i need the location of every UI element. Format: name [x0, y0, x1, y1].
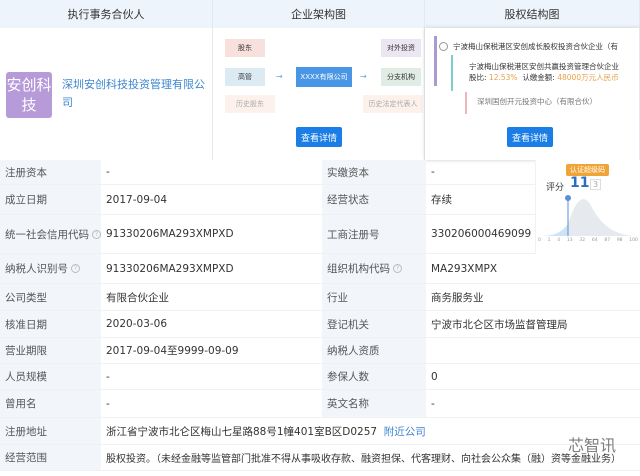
arrow-icon: →	[276, 72, 283, 81]
field-value: 2020-03-06	[106, 318, 168, 330]
field-value: 0	[431, 370, 438, 383]
table-row: 营业期限 2017-09-04至9999-09-09 纳税人资质	[0, 338, 640, 364]
score-axis-tick: 98	[616, 238, 623, 243]
partner-name-link[interactable]: 深圳安创科技投资管理有限公司	[62, 76, 212, 112]
history-shareholder-box: 历史股东	[225, 95, 275, 113]
field-label: 公司类型	[0, 284, 101, 310]
field-label: 登记机关	[322, 311, 426, 337]
field-value: 91330206MA293XMPXD	[106, 228, 234, 240]
field-label: 营业期限	[0, 338, 101, 363]
field-label: 实缴资本	[322, 160, 426, 184]
table-row: 核准日期 2020-03-06 登记机关 宁波市北仑区市场监督管理局	[0, 311, 640, 338]
field-value: -	[431, 397, 435, 410]
score-distribution-chart	[538, 195, 634, 236]
shareholder-box: 股东	[225, 39, 265, 57]
score-axis-tick: 1	[547, 238, 551, 243]
field-label: 英文名称	[322, 390, 426, 417]
field-value: 存续	[431, 194, 452, 206]
help-icon[interactable]: ?	[393, 264, 402, 273]
field-value: 宁波市北仑区市场监督管理局	[431, 318, 568, 331]
org-chart-panel: 股东 高管 历史股东 → XXXX有限公司 → 对外投资 分支机构 历史法定代表…	[213, 28, 425, 160]
score-value: 11	[570, 175, 590, 191]
field-label: 经营状态	[322, 185, 426, 214]
org-chart-detail-button[interactable]: 查看详情	[296, 127, 342, 147]
address-value: 浙江省宁波市北仑区梅山七星路88号1幢401室B区D0257 附近公司	[106, 424, 426, 439]
help-icon[interactable]: ?	[71, 264, 80, 273]
scope-label: 经营范围	[0, 445, 101, 470]
equity-node-2[interactable]: 宁波梅山保税港区安创共赢投资管理合伙企业	[469, 61, 639, 72]
history-legal-box: 历史法定代表人	[363, 95, 423, 113]
score-rank: 3	[590, 179, 602, 190]
field-value: 2017-09-04至9999-09-09	[106, 345, 239, 357]
field-value: -	[106, 397, 110, 410]
field-label: 人员规模	[0, 364, 101, 389]
field-value: 330206000469099	[431, 228, 532, 240]
partner-panel: 安创科技 深圳安创科技投资管理有限公司	[0, 28, 213, 160]
help-icon[interactable]: ?	[92, 229, 101, 239]
field-label: 注册资本	[0, 160, 101, 184]
field-label: 成立日期	[0, 185, 101, 214]
executive-box: 高管	[225, 68, 265, 86]
table-row: 曾用名 - 英文名称 -	[0, 390, 640, 418]
score-axis-tick: 87	[604, 238, 611, 243]
field-label: 组织机构代码?	[322, 254, 426, 283]
table-row: 纳税人识别号? 91330206MA293XMPXD 组织机构代码? MA293…	[0, 254, 640, 284]
company-box: XXXX有限公司	[296, 67, 352, 87]
field-value: MA293XMPX	[431, 262, 498, 275]
field-label: 行业	[322, 284, 426, 310]
score-axis-tick: 100	[629, 238, 638, 243]
row-address: 注册地址 浙江省宁波市北仑区梅山七星路88号1幢401室B区D0257 附近公司	[0, 418, 640, 445]
field-value	[426, 338, 640, 363]
address-label: 注册地址	[0, 418, 101, 444]
equity-node-2-detail: 股比: 12.53% 认缴金额: 48000万元人民币	[469, 73, 619, 82]
row-business-scope: 经营范围 股权投资。（未经金融等监管部门批准不得从事吸收存款、融资担保、代客理财…	[0, 445, 640, 471]
investment-box: 对外投资	[381, 39, 421, 57]
partner-logo: 安创科技	[6, 72, 52, 118]
field-value: 有限合伙企业	[106, 291, 169, 304]
field-label: 纳税人资质	[322, 338, 426, 363]
header-equity-chart: 股权结构图	[425, 0, 640, 28]
score-axis-tick: 13	[566, 238, 573, 243]
header-executive-partner: 执行事务合伙人	[0, 0, 213, 28]
field-value: 91330206MA293XMPXD	[106, 262, 234, 275]
table-row: 人员规模 - 参保人数 0	[0, 364, 640, 390]
score-axis-tick: 4	[557, 238, 561, 243]
nearby-companies-link[interactable]: 附近公司	[384, 424, 426, 439]
field-value: -	[431, 166, 435, 178]
header-org-chart: 企业架构图	[213, 0, 425, 28]
field-label: 工商注册号	[322, 215, 426, 253]
equity-chart-detail-button[interactable]: 查看详情	[507, 127, 553, 147]
score-panel: 认证超级码 评分 11 3 0 1 4 13 32 64 87 98 100	[535, 160, 640, 254]
score-axis-tick: 32	[579, 238, 586, 243]
scope-value: 股权投资。（未经金融等监管部门批准不得从事吸收存款、融资担保、代客理财、向社会公…	[106, 454, 621, 465]
score-axis-tick: 0	[538, 238, 541, 243]
score-label: 评分	[546, 183, 565, 193]
equity-node-3[interactable]: 深圳国创开元投资中心（有限合伙）	[477, 96, 637, 107]
field-value: -	[106, 166, 110, 178]
field-label: 纳税人识别号?	[0, 254, 101, 283]
field-label: 参保人数	[322, 364, 426, 389]
field-label: 核准日期	[0, 311, 101, 337]
table-row: 公司类型 有限合伙企业 行业 商务服务业	[0, 284, 640, 311]
field-label: 统一社会信用代码?	[0, 215, 101, 253]
branch-box: 分支机构	[381, 68, 421, 86]
field-label: 曾用名	[0, 390, 101, 417]
equity-chart-panel: 宁波梅山保税港区安创成长股权投资合伙企业（有 宁波梅山保税港区安创共赢投资管理合…	[425, 28, 640, 160]
field-value: -	[106, 370, 110, 383]
score-axis-tick: 64	[591, 238, 598, 243]
field-value: 2017-09-04	[106, 193, 168, 206]
equity-node-1[interactable]: 宁波梅山保税港区安创成长股权投资合伙企业（有	[453, 41, 638, 52]
watermark: 芯智讯	[568, 436, 617, 455]
field-value: 商务服务业	[431, 291, 484, 304]
arrow-icon: →	[360, 72, 367, 81]
